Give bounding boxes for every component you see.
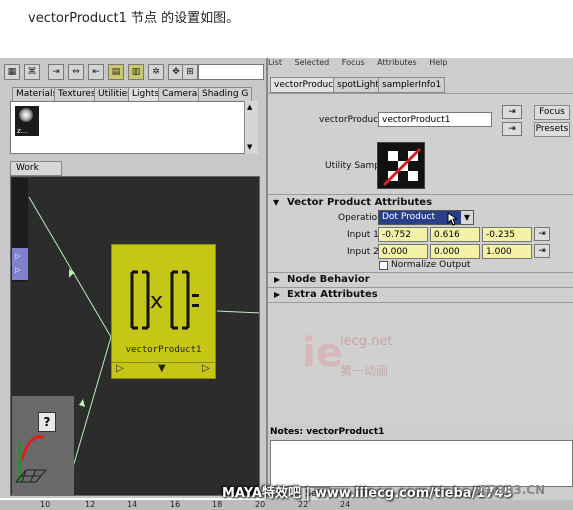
graph-icon[interactable]: ⌘ [24,64,40,80]
ruler-tick: 16 [170,500,181,509]
tab-samplerinfo1[interactable]: samplerInfo1 [378,77,446,93]
frame-icon[interactable]: ⊞ [182,64,198,80]
focus-button[interactable]: Focus [534,105,570,120]
ae-menubar: List Selected Focus Attributes Help [268,58,573,70]
ruler-tick: 24 [340,500,351,509]
input-connections-icon[interactable]: ⇥ [48,64,64,80]
bottom-tabs-icon[interactable]: ▥ [128,64,144,80]
top-tabs-icon[interactable]: ▤ [108,64,124,80]
node-input-port-icon[interactable]: ▷ [116,363,124,374]
input2-z-field[interactable]: 1.000 [482,244,532,259]
strip-arrow-icon: ▷ [15,252,21,260]
light-swatch[interactable]: z... [15,106,39,136]
operation-value: Dot Product [382,212,435,222]
input2-label: Input 2 [347,247,379,257]
menu-focus[interactable]: Focus [342,58,365,67]
tab-shading-groups[interactable]: Shading G [198,87,253,101]
node-expand-icon[interactable]: ▼ [158,363,166,374]
section-expanded-icon[interactable]: ▼ [273,198,279,207]
vector-product-name-field[interactable]: vectorProduct1 [378,112,492,127]
in-out-connections-icon[interactable]: ⇔ [68,64,84,80]
vector-product-label: vectorProduct: [319,115,385,125]
ruler-tick: 20 [255,500,266,509]
tab-work-area[interactable]: Work Area [10,161,62,186]
menu-list[interactable]: List [268,58,282,67]
swatch-label: z... [17,127,28,135]
node-footer: ▷ ▼ ▷ [112,362,215,378]
output-connections-icon[interactable]: ⇤ [88,64,104,80]
vector-product-icon: x [130,270,199,330]
menu-selected[interactable]: Selected [295,58,330,67]
input2-y-field[interactable]: 0.000 [430,244,480,259]
notes-label: Notes: vectorProduct1 [270,427,385,437]
tab-textures[interactable]: Textures [54,87,100,101]
axis-gizmo-icon [14,435,48,483]
section-collapsed-icon[interactable]: ▶ [274,290,280,299]
divider [268,287,573,288]
selected-node-strip[interactable]: ▷ ▷ [12,248,28,280]
node-output-port-icon[interactable]: ▷ [202,363,210,374]
normalize-output-checkbox[interactable] [379,261,388,270]
watermark-banner: MAYA特效吧 | www.iiiecg.com/tieba/1745 [222,486,513,501]
utility-sample-swatch[interactable] [377,142,425,189]
normalize-output-label: Normalize Output [391,260,471,270]
watermark-site-cn: 第一动画 [340,364,389,378]
ruler: 10 12 14 16 18 20 22 24 [0,500,573,510]
ruler-tick: 12 [85,500,96,509]
ruler-tick: 14 [127,500,138,509]
divider [268,272,573,273]
watermark-logo: ie [302,330,343,376]
input1-y-field[interactable]: 0.616 [430,227,480,242]
mouse-cursor-icon [447,212,457,226]
grid-icon[interactable]: ▦ [4,64,20,80]
strip-arrow-down-icon: ▷ [15,266,21,274]
output-node-icon[interactable]: ⇥ [502,122,522,136]
watermark-corner: CG983.CN [478,483,546,497]
input1-x-field[interactable]: -0.752 [378,227,428,242]
menu-help[interactable]: Help [429,58,447,67]
input2-map-icon[interactable]: ⇥ [534,244,550,258]
watermark-site: iecg.net [340,334,393,349]
extra-attributes-header[interactable]: Extra Attributes [287,289,378,300]
svg-text:x: x [150,289,163,314]
notes-textarea[interactable] [270,440,573,487]
help-icon[interactable]: ? [38,412,56,432]
node-behavior-header[interactable]: Node Behavior [287,274,370,285]
ruler-tick: 18 [212,500,223,509]
input1-z-field[interactable]: -0.235 [482,227,532,242]
presets-button[interactable]: Presets [534,122,570,137]
vector-product-attributes-header[interactable]: Vector Product Attributes [287,197,432,208]
toolbar-search-input[interactable] [198,64,264,80]
section-collapsed-icon[interactable]: ▶ [274,275,280,284]
node-name-label: vectorProduct1 [112,345,215,359]
hypershade-toolbar: ▦ ⌘ ⇥ ⇔ ⇤ ▤ ▥ ✲ ✥ ⊞ [2,64,264,82]
checker-sample-icon [382,147,422,187]
ae-node-tabs: vectorProduct1 spotLight1 samplerInfo1 [270,77,570,93]
light-glow-icon [19,108,33,122]
operation-dropdown[interactable]: Dot Product ▼ [378,210,474,225]
chevron-down-icon: ▼ [461,211,473,224]
menu-attributes[interactable]: Attributes [377,58,417,67]
divider [268,302,573,303]
page-caption: vectorProduct1 节点 的设置如图。 [28,11,240,26]
swatch-scrollbar[interactable]: ▲ ▼ [244,101,258,154]
divider [268,194,573,195]
input1-label: Input 1 [347,230,379,240]
input2-x-field[interactable]: 0.000 [378,244,428,259]
input1-map-icon[interactable]: ⇥ [534,227,550,241]
node-thumbnail[interactable] [12,396,74,496]
clear-graph-icon[interactable]: ✲ [148,64,164,80]
scroll-down-icon[interactable]: ▼ [247,143,252,151]
create-tabs: Materials Textures Utilities Lights Came… [10,87,262,101]
light-swatch-area: z... [10,101,258,154]
operation-label: Operation [338,213,383,223]
input-node-icon[interactable]: ⇥ [502,105,522,119]
ruler-tick: 22 [298,500,309,509]
scroll-up-icon[interactable]: ▲ [247,103,252,111]
ruler-tick: 10 [40,500,51,509]
